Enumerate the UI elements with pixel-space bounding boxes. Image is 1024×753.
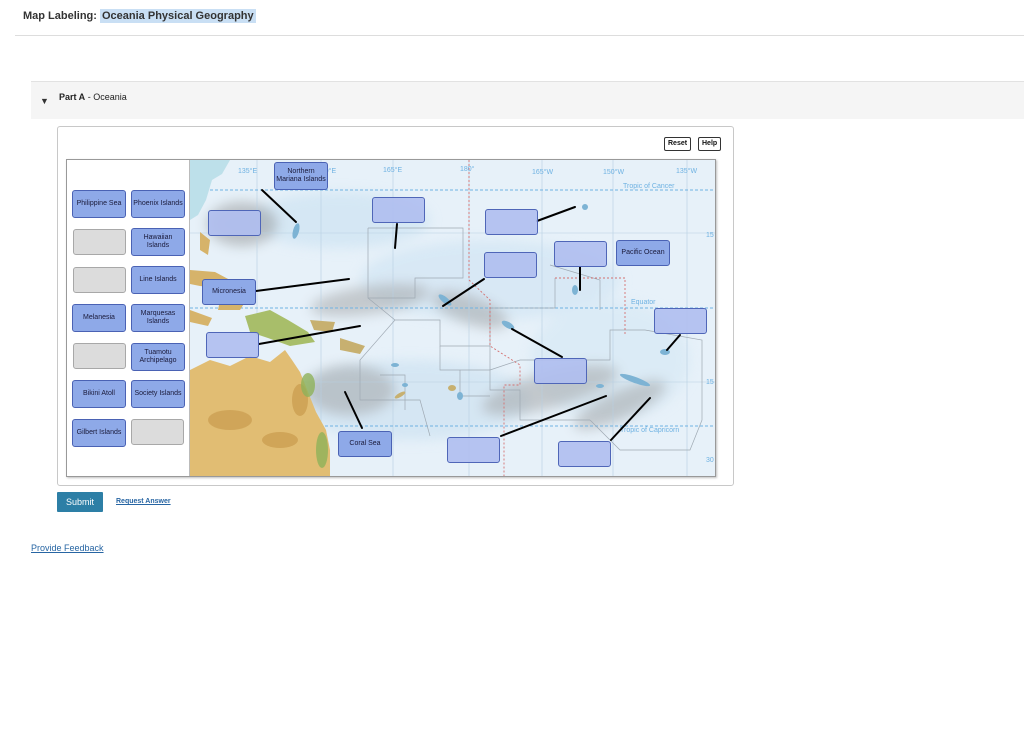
drop-target[interactable]: [206, 332, 259, 358]
longitude-135e: 135°E: [238, 167, 257, 175]
placed-label-coral-sea[interactable]: Coral Sea: [338, 431, 392, 457]
longitude-180: 180°: [460, 165, 475, 173]
longitude-150w: 150°W: [603, 168, 624, 176]
latitude-label-1: 15: [706, 232, 714, 239]
help-button[interactable]: Help: [698, 137, 722, 151]
submit-button[interactable]: Submit: [57, 492, 103, 512]
part-a-header[interactable]: ▼ Part A - Oceania: [31, 81, 1024, 119]
labeling-workspace: Philippine Sea Phoenix Islands Hawaiian …: [66, 159, 716, 477]
drop-target[interactable]: [208, 210, 261, 236]
reset-button[interactable]: Reset: [664, 137, 692, 151]
drop-target[interactable]: [484, 252, 537, 278]
empty-slot: [131, 419, 184, 445]
drop-target[interactable]: [654, 308, 707, 334]
provide-feedback-link[interactable]: Provide Feedback: [31, 543, 104, 553]
map-graphic: 135°E 150°E 165°E 180° 165°W 150°W 135°W…: [190, 160, 715, 476]
latitude-label-3: 30: [706, 457, 714, 464]
longitude-165e: 165°E: [383, 166, 402, 174]
page-title: Map Labeling: Oceania Physical Geography: [23, 9, 256, 23]
labeling-panel: Reset Help Philippine Sea Phoenix Island…: [57, 126, 734, 486]
title-prefix: Map Labeling:: [23, 10, 100, 22]
label-phoenix-islands[interactable]: Phoenix Islands: [131, 190, 185, 218]
longitude-135w: 135°W: [676, 167, 697, 175]
request-answer-link[interactable]: Request Answer: [116, 498, 171, 505]
empty-slot: [73, 343, 126, 369]
latitude-label-2: 15: [706, 379, 714, 386]
label-marquesas-islands[interactable]: Marquesas Islands: [131, 304, 185, 332]
drop-target[interactable]: [534, 358, 587, 384]
drop-target[interactable]: [554, 241, 607, 267]
label-society-islands[interactable]: Society Islands: [131, 380, 185, 408]
label-bikini-atoll[interactable]: Bikini Atoll: [72, 380, 126, 408]
title-highlight: Oceania Physical Geography: [100, 9, 256, 23]
header-divider: [15, 35, 1024, 36]
label-bank: Philippine Sea Phoenix Islands Hawaiian …: [67, 160, 190, 476]
label-tuamotu-archipelago[interactable]: Tuamotu Archipelago: [131, 343, 185, 371]
label-hawaiian-islands[interactable]: Hawaiian Islands: [131, 228, 185, 256]
equator-label: Equator: [631, 299, 656, 306]
longitude-165w: 165°W: [532, 168, 553, 176]
label-gilbert-islands[interactable]: Gilbert Islands: [72, 419, 126, 447]
drop-target[interactable]: [485, 209, 538, 235]
label-melanesia[interactable]: Melanesia: [72, 304, 126, 332]
empty-slot: [73, 267, 126, 293]
tropic-of-cancer-label: Tropic of Cancer: [623, 183, 675, 190]
label-philippine-sea[interactable]: Philippine Sea: [72, 190, 126, 218]
tropic-of-capricorn-label: Tropic of Capricorn: [620, 427, 679, 434]
oceania-map: 135°E 150°E 165°E 180° 165°W 150°W 135°W…: [190, 160, 715, 476]
label-line-islands[interactable]: Line Islands: [131, 266, 185, 294]
part-title: Part A - Oceania: [59, 92, 127, 102]
placed-label-pacific-ocean[interactable]: Pacific Ocean: [616, 240, 670, 266]
empty-slot: [73, 229, 126, 255]
drop-target[interactable]: [372, 197, 425, 223]
drop-target[interactable]: [447, 437, 500, 463]
placed-label-northern-mariana-islands[interactable]: Northern Mariana Islands: [274, 162, 328, 190]
placed-label-micronesia[interactable]: Micronesia: [202, 279, 256, 305]
caret-down-icon[interactable]: ▼: [40, 96, 49, 106]
drop-target[interactable]: [558, 441, 611, 467]
